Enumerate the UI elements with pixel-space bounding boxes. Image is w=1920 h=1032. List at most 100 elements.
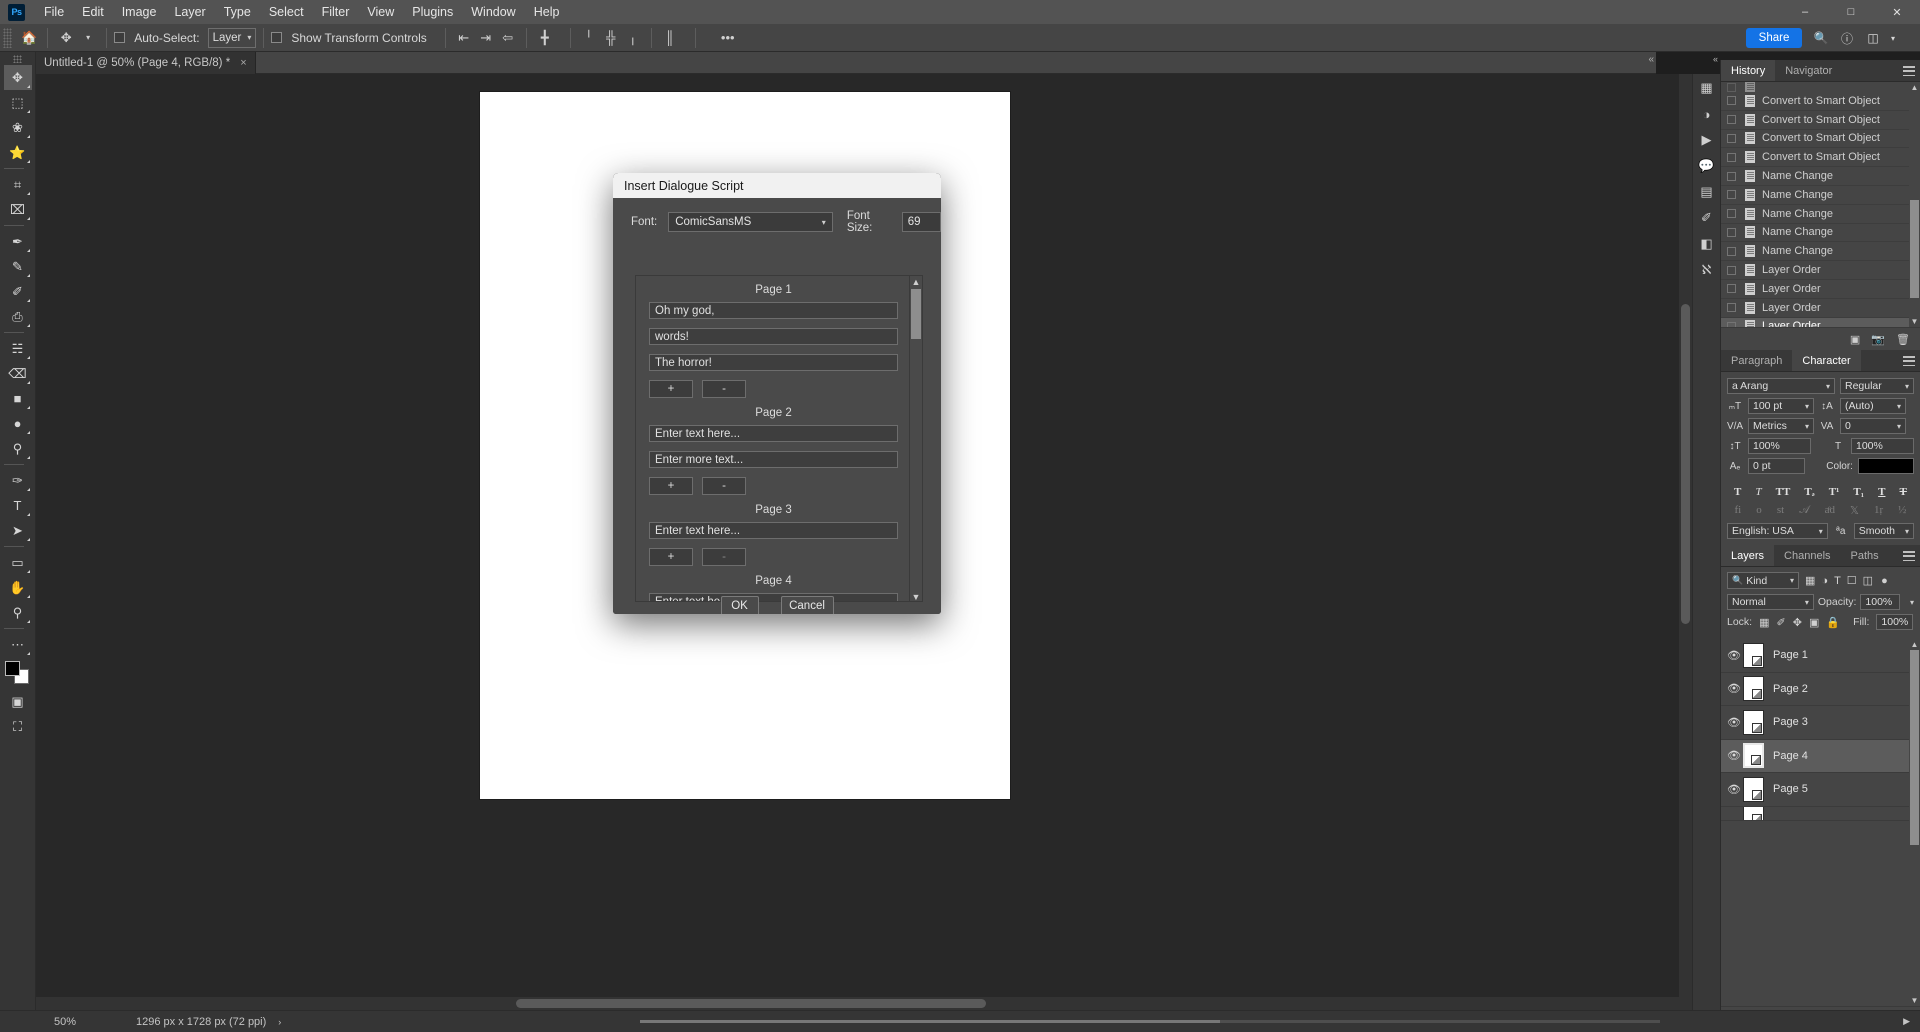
glyphs-icon[interactable]: ℵ	[1695, 258, 1719, 282]
history-item[interactable]: Layer Order	[1721, 280, 1909, 299]
history-snapshot-checkbox[interactable]	[1727, 133, 1736, 143]
history-item[interactable]: Convert to Smart Object	[1721, 148, 1909, 168]
layer-row[interactable]: 👁 Page 4	[1721, 739, 1909, 773]
stylistic-alternates-button[interactable]: 𝒜	[1799, 504, 1809, 517]
history-brush-tool-icon[interactable]: ☵	[4, 336, 32, 361]
subscript-button[interactable]: T₁	[1853, 486, 1864, 498]
all-caps-button[interactable]: TT	[1776, 486, 1791, 498]
tab-character[interactable]: Character	[1792, 350, 1861, 371]
options-bar-grip[interactable]	[3, 27, 12, 48]
strikethrough-button[interactable]: T	[1900, 486, 1907, 498]
lasso-tool-icon[interactable]: ❀	[4, 115, 32, 140]
character-horizontal-scale-input[interactable]: 100%	[1851, 438, 1914, 454]
pages-scroll-pane[interactable]: Page 1 Oh my god, words! The horror! + - Page …	[635, 275, 923, 602]
dialogue-line-input[interactable]: Enter text here...	[649, 522, 898, 539]
pages-scrollbar[interactable]: ▲ ▼	[909, 276, 922, 601]
eyedropper-tool-icon[interactable]: ✒	[4, 229, 32, 254]
show-transform-checkbox[interactable]	[271, 32, 283, 43]
minimize-button[interactable]: –	[1782, 0, 1828, 24]
gradient-tool-icon[interactable]: ■	[4, 386, 32, 411]
eye-icon[interactable]: 👁	[1725, 749, 1743, 762]
character-font-style-select[interactable]: Regular ▾	[1840, 378, 1914, 394]
hand-tool-icon[interactable]: ✋	[4, 575, 32, 600]
history-snapshot-checkbox[interactable]	[1727, 152, 1736, 162]
search-icon[interactable]: 🔍	[1810, 28, 1832, 48]
history-snapshot-checkbox[interactable]	[1727, 209, 1736, 219]
menu-filter[interactable]: Filter	[313, 2, 359, 22]
type-tool-icon[interactable]: T	[4, 493, 32, 518]
add-line-button[interactable]: +	[649, 380, 693, 398]
history-item[interactable]: Layer Order	[1721, 261, 1909, 280]
menu-edit[interactable]: Edit	[73, 2, 113, 22]
move-tool-icon[interactable]: ✥	[3, 65, 32, 90]
history-snapshot-checkbox[interactable]	[1727, 303, 1736, 313]
tab-layers[interactable]: Layers	[1721, 545, 1775, 566]
character-leading-input[interactable]: (Auto) ▾	[1840, 398, 1906, 414]
close-button[interactable]: ✕	[1874, 0, 1920, 24]
menu-view[interactable]: View	[358, 2, 403, 22]
auto-select-checkbox[interactable]	[114, 32, 126, 43]
layer-filter-kind-select[interactable]: 🔍 Kind ▾	[1727, 572, 1799, 589]
help-icon[interactable]: ⓘ	[1836, 28, 1858, 48]
canvas-horizontal-scrollbar[interactable]	[36, 997, 1679, 1010]
zoom-tool-icon[interactable]: ⚲	[4, 600, 32, 625]
history-snapshot-checkbox[interactable]	[1727, 284, 1736, 294]
align-right-icon[interactable]: ⇦	[497, 27, 519, 49]
history-snapshot-checkbox[interactable]	[1727, 115, 1736, 125]
tab-history[interactable]: History	[1721, 60, 1776, 81]
eye-icon[interactable]: 👁	[1725, 649, 1743, 662]
lock-position-icon[interactable]: ✥	[1793, 616, 1802, 629]
create-document-icon[interactable]: ▣	[1850, 333, 1860, 346]
frame-tool-icon[interactable]: ⌧	[4, 197, 32, 222]
discretionary-ligatures-button[interactable]: о	[1756, 504, 1762, 517]
history-snapshot-checkbox[interactable]	[1727, 82, 1736, 92]
color-swatches[interactable]	[4, 661, 31, 685]
history-list[interactable]: Convert to Smart Object Convert to Smart …	[1721, 92, 1909, 327]
filter-toggle-icon[interactable]: ●	[1881, 575, 1888, 587]
ok-button[interactable]: OK	[720, 596, 759, 614]
history-item[interactable]: Convert to Smart Object	[1721, 130, 1909, 149]
workspace-icon[interactable]: ◫	[1862, 28, 1884, 48]
shape-filter-icon[interactable]: ☐	[1847, 574, 1857, 587]
pen-tool-icon[interactable]: ✑	[4, 468, 32, 493]
quick-mask-icon[interactable]: ▣	[4, 689, 32, 714]
tab-navigator[interactable]: Navigator	[1775, 60, 1842, 81]
align-top-icon[interactable]: ╵	[578, 27, 600, 49]
clone-stamp-tool-icon[interactable]: ⎙	[4, 304, 32, 329]
pixel-filter-icon[interactable]: ▦	[1805, 574, 1815, 587]
fill-input[interactable]: 100%	[1876, 614, 1914, 630]
close-icon[interactable]: ×	[240, 57, 246, 69]
actions-icon[interactable]: ▶	[1695, 128, 1719, 152]
scrollbar-thumb[interactable]	[1681, 304, 1690, 624]
eye-icon[interactable]: 👁	[1725, 716, 1743, 729]
foreground-color-swatch[interactable]	[4, 661, 20, 676]
add-line-button[interactable]: +	[649, 548, 693, 566]
tab-paragraph[interactable]: Paragraph	[1721, 350, 1792, 371]
scroll-down-icon[interactable]: ▼	[1910, 995, 1919, 1006]
history-scrollbar[interactable]: ▲ ▼	[1909, 82, 1920, 327]
underline-button[interactable]: T	[1878, 486, 1885, 498]
collapse-icon[interactable]: «	[1648, 54, 1654, 65]
history-snapshot-checkbox[interactable]	[1727, 96, 1736, 106]
character-tracking-input[interactable]: 0 ▾	[1840, 418, 1906, 434]
dodge-tool-icon[interactable]: ⚲	[4, 436, 32, 461]
status-expand-icon[interactable]: ›	[278, 1017, 281, 1027]
lock-image-icon[interactable]: ✐	[1777, 616, 1786, 629]
small-caps-button[interactable]: Tₔ	[1804, 486, 1814, 498]
dialogue-line-input[interactable]: Enter more text...	[649, 451, 898, 468]
character-font-family-select[interactable]: a Arang ▾	[1727, 378, 1835, 394]
character-font-size-input[interactable]: 100 pt ▾	[1748, 398, 1814, 414]
status-scroll-track[interactable]	[640, 1020, 1660, 1023]
canvas-vertical-scrollbar[interactable]	[1679, 74, 1692, 1010]
history-item[interactable]: Convert to Smart Object	[1721, 92, 1909, 111]
tools-panel-grip[interactable]	[13, 55, 22, 63]
eye-icon[interactable]: 👁	[1725, 783, 1743, 796]
history-item[interactable]: Layer Order	[1721, 317, 1909, 327]
font-size-input[interactable]: 69	[901, 212, 941, 232]
scroll-up-icon[interactable]: ▲	[1910, 639, 1919, 650]
scrollbar-thumb[interactable]	[1910, 200, 1919, 298]
bold-button[interactable]: T	[1734, 486, 1741, 498]
superscript-button[interactable]: T¹	[1829, 486, 1840, 498]
history-snapshot-checkbox[interactable]	[1727, 227, 1736, 237]
align-left-icon[interactable]: ⇤	[453, 27, 475, 49]
